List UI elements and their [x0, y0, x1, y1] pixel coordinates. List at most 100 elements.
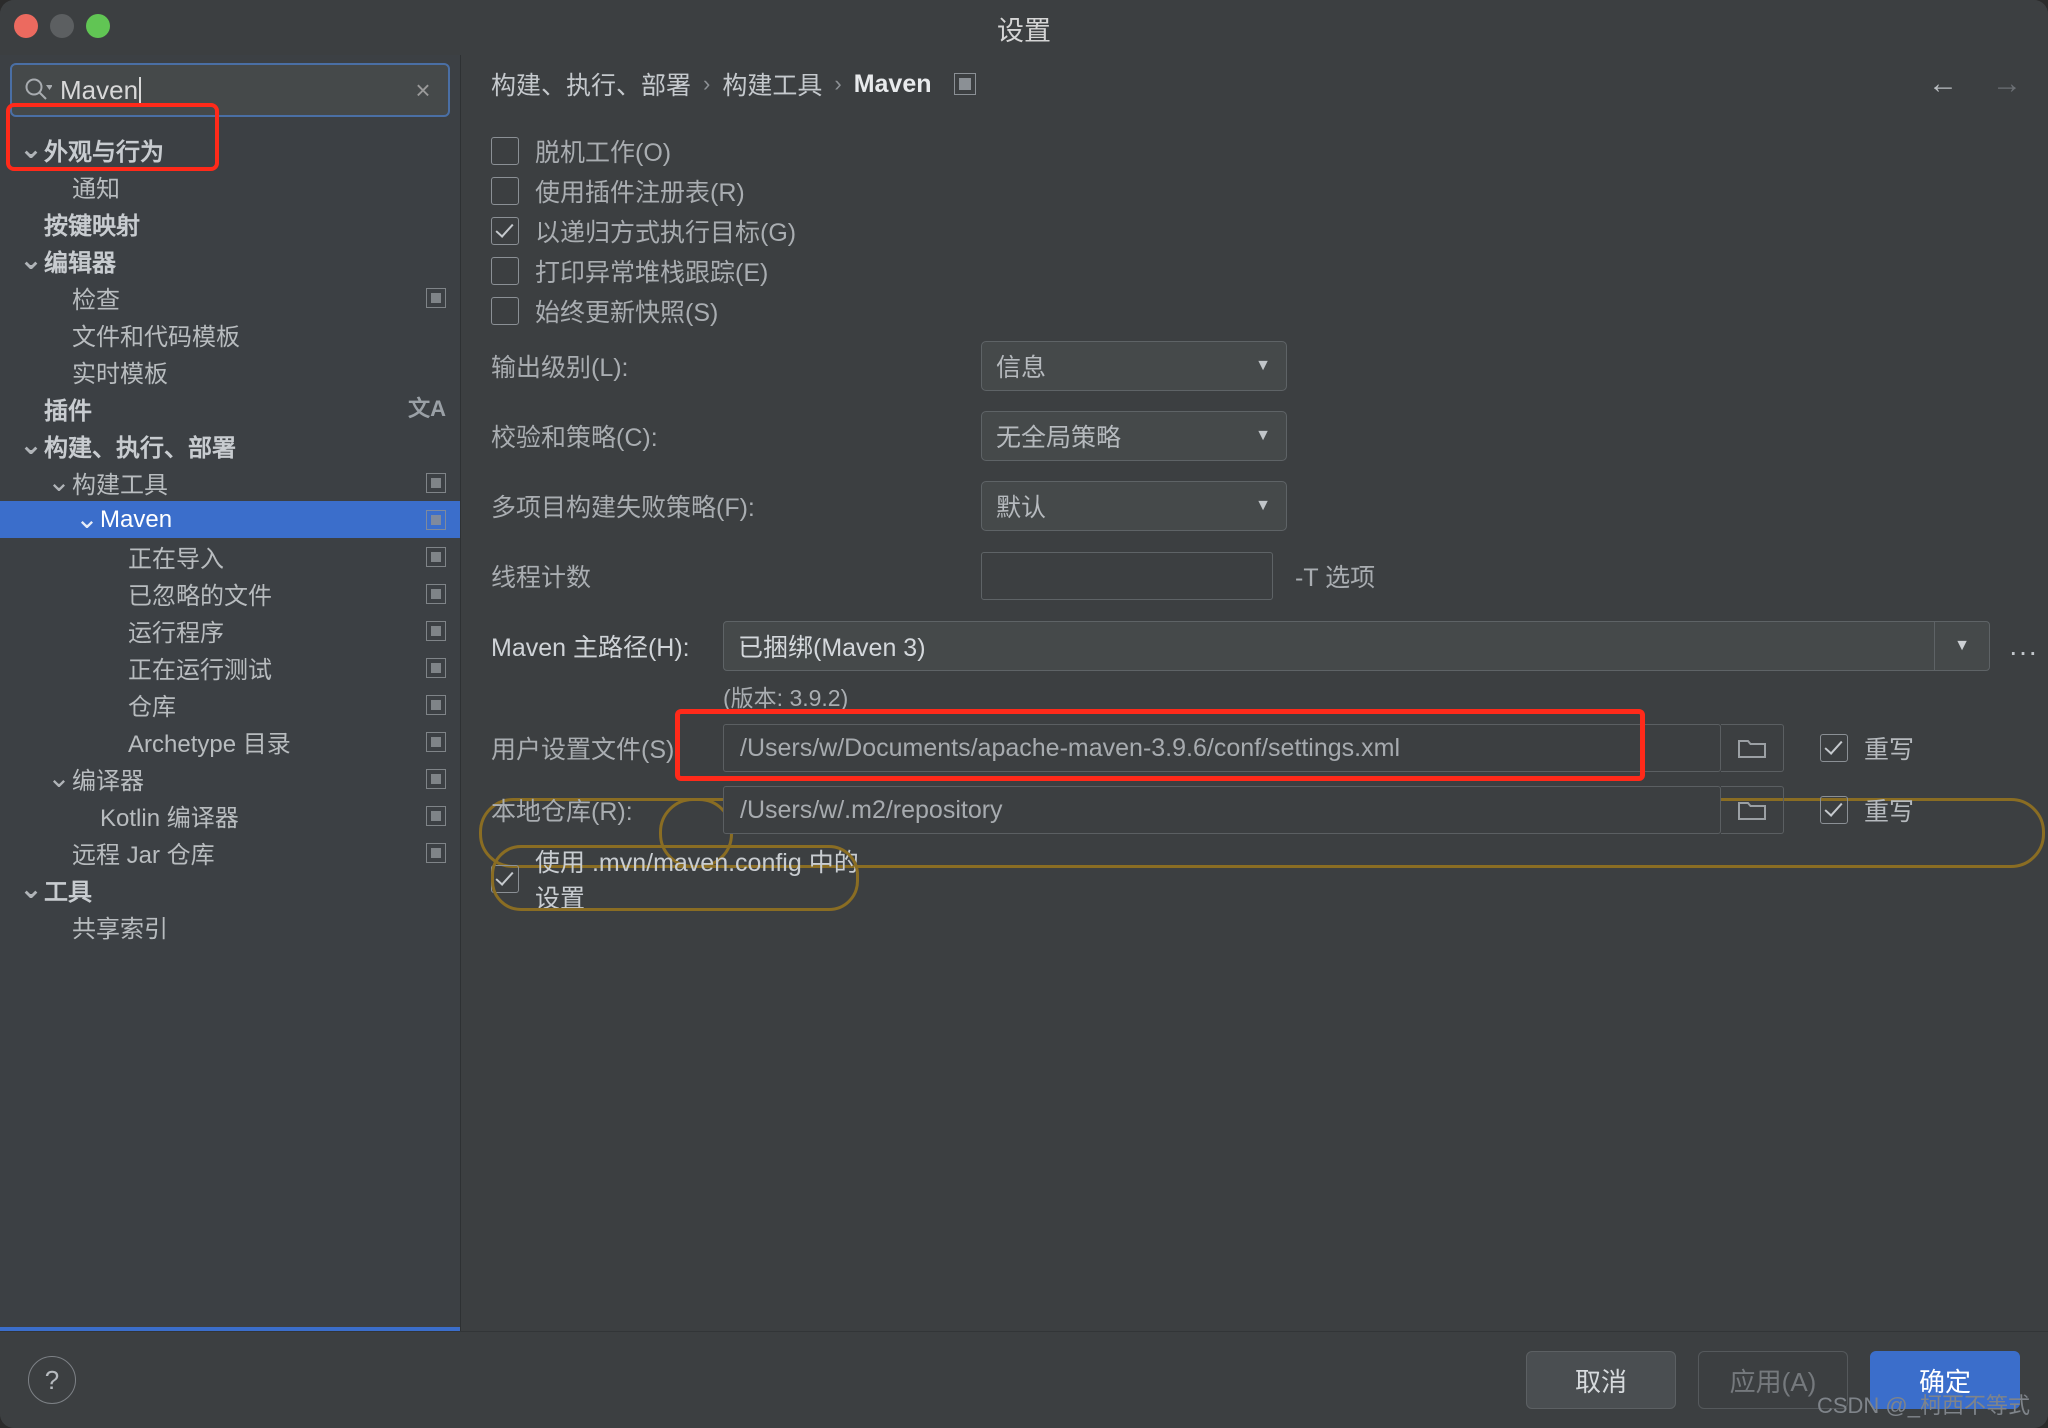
thread-count-suffix: -T 选项	[1295, 564, 1376, 592]
local-repo-input[interactable]: /Users/w/.m2/repository	[723, 786, 1721, 834]
chevron-down-icon[interactable]: ⌄	[46, 764, 72, 792]
maven-field-label: 线程计数	[491, 564, 592, 592]
sidebar-item-12[interactable]: ⌄已忽略的文件	[0, 575, 460, 612]
sidebar-item-2[interactable]: ⌄按键映射	[0, 205, 460, 242]
sidebar-item-19[interactable]: ⌄远程 Jar 仓库	[0, 834, 460, 871]
sidebar-item-13[interactable]: ⌄运行程序	[0, 612, 460, 649]
maven-settings-panel: 脱机工作(O) 使用插件注册表(R) 以递归方式执行目标(G) 打印异常堆栈跟踪(E)…	[461, 113, 2048, 1331]
maven-field-combo[interactable]: 默认 ▼	[981, 481, 1287, 531]
mvn-config-row[interactable]: 使用 .mvn/maven.config 中的设置	[491, 845, 871, 913]
sidebar-item-7[interactable]: ⌄插件文A	[0, 390, 460, 427]
project-scope-icon	[426, 620, 446, 641]
checkbox-icon[interactable]	[491, 297, 519, 325]
project-scope-icon	[426, 546, 446, 567]
window-title: 设置	[997, 16, 1051, 46]
maven-field-combo[interactable]: 无全局策略 ▼	[981, 411, 1287, 461]
checkbox-icon[interactable]	[491, 217, 519, 245]
back-arrow-icon[interactable]: ←	[1928, 67, 1958, 101]
sidebar-item-14[interactable]: ⌄正在运行测试	[0, 649, 460, 686]
sidebar-item-label: 构建、执行、部署	[44, 435, 236, 462]
sidebar-item-16[interactable]: ⌄Archetype 目录	[0, 723, 460, 760]
maven-option-2[interactable]: 以递归方式执行目标(G)	[491, 211, 2048, 251]
breadcrumb-separator: ›	[703, 71, 711, 96]
checkbox-icon[interactable]	[491, 137, 519, 165]
maven-field-value: 默认	[996, 494, 1047, 522]
help-button[interactable]: ?	[28, 1356, 76, 1404]
sidebar-item-label: 运行程序	[128, 620, 224, 647]
breadcrumb-item-0[interactable]: 构建、执行、部署	[491, 66, 691, 102]
chevron-down-icon[interactable]: ▼	[1240, 427, 1286, 445]
search-icon	[22, 75, 52, 105]
chevron-down-icon[interactable]: ⌄	[74, 505, 100, 533]
maven-field-value: 无全局策略	[996, 424, 1122, 452]
sidebar-item-1[interactable]: ⌄通知	[0, 168, 460, 205]
sidebar-item-5[interactable]: ⌄文件和代码模板	[0, 316, 460, 353]
clear-icon[interactable]: ×	[408, 75, 438, 106]
settings-tree[interactable]: ⌄外观与行为⌄通知⌄按键映射⌄编辑器⌄检查⌄文件和代码模板⌄实时模板⌄插件文A⌄…	[0, 127, 460, 1331]
breadcrumb-item-1[interactable]: 构建工具	[722, 66, 822, 102]
user-settings-label: 用户设置文件(S):	[491, 736, 682, 764]
chevron-down-icon[interactable]: ⌄	[46, 468, 72, 496]
checkbox-icon[interactable]	[491, 865, 519, 893]
watermark: CSDN @_柯西不等式	[1816, 1393, 2030, 1418]
sidebar-item-8[interactable]: ⌄ 构建、执行、部署	[0, 427, 460, 464]
window-body: Maven × ⌄外观与行为⌄通知⌄按键映射⌄编辑器⌄检查⌄文件和代码模板⌄实时…	[0, 55, 2048, 1331]
chevron-down-icon[interactable]: ⌄	[18, 135, 44, 163]
forward-arrow-icon[interactable]: →	[1992, 67, 2022, 101]
chevron-down-icon[interactable]: ▼	[1934, 622, 1989, 670]
checkbox-icon[interactable]	[1820, 796, 1848, 824]
project-scope-icon	[426, 805, 446, 826]
maven-home-browse-button[interactable]: ...	[2000, 630, 2048, 662]
sidebar-item-label: 按键映射	[44, 213, 140, 240]
sidebar-item-4[interactable]: ⌄检查	[0, 279, 460, 316]
checkbox-icon[interactable]	[1820, 734, 1848, 762]
maven-home-combo[interactable]: 已捆绑(Maven 3) ▼	[723, 621, 1990, 671]
sidebar: Maven × ⌄外观与行为⌄通知⌄按键映射⌄编辑器⌄检查⌄文件和代码模板⌄实时…	[0, 55, 461, 1331]
text-caret	[139, 76, 142, 105]
sidebar-item-label: Kotlin 编译器	[100, 805, 239, 832]
folder-icon[interactable]	[1721, 724, 1784, 772]
breadcrumb-item-2[interactable]: Maven	[854, 70, 932, 99]
sidebar-item-11[interactable]: ⌄正在导入	[0, 538, 460, 575]
maven-option-4[interactable]: 始终更新快照(S)	[491, 291, 2048, 331]
maven-field-label: 校验和策略(C):	[491, 424, 658, 452]
sidebar-item-21[interactable]: ⌄共享索引	[0, 908, 460, 945]
sidebar-item-17[interactable]: ⌄ 编译器	[0, 760, 460, 797]
checkbox-icon[interactable]	[491, 257, 519, 285]
maven-field-combo[interactable]: 信息 ▼	[981, 341, 1287, 391]
maven-option-0[interactable]: 脱机工作(O)	[491, 131, 2048, 171]
sidebar-item-6[interactable]: ⌄实时模板	[0, 353, 460, 390]
settings-window: 设置 Maven × ⌄外观与行为⌄通知 ⌄	[0, 0, 2048, 1428]
sidebar-item-20[interactable]: ⌄ 工具	[0, 871, 460, 908]
chevron-down-icon[interactable]: ⌄	[18, 431, 44, 459]
user-settings-row: 用户设置文件(S): /Users/w/Documents/apache-mav…	[461, 709, 2048, 781]
local-repo-override[interactable]: 重写	[1820, 792, 1914, 828]
folder-icon[interactable]	[1721, 786, 1784, 834]
sidebar-item-18[interactable]: ⌄Kotlin 编译器	[0, 797, 460, 834]
maven-field-value: 信息	[996, 354, 1047, 382]
user-settings-override[interactable]: 重写	[1820, 730, 1914, 766]
checkbox-icon[interactable]	[491, 177, 519, 205]
cancel-button[interactable]: 取消	[1526, 1351, 1676, 1409]
thread-count-input[interactable]	[981, 552, 1273, 600]
maven-version-note: (版本: 3.9.2)	[723, 685, 849, 711]
sidebar-item-label: 检查	[72, 287, 120, 314]
search-input[interactable]: Maven	[60, 75, 408, 106]
chevron-down-icon[interactable]: ▼	[1240, 497, 1286, 515]
search-box[interactable]: Maven ×	[10, 63, 450, 117]
chevron-down-icon[interactable]: ⌄	[18, 246, 44, 274]
sidebar-item-15[interactable]: ⌄仓库	[0, 686, 460, 723]
chevron-down-icon[interactable]: ⌄	[18, 875, 44, 903]
chevron-down-icon[interactable]: ▼	[1240, 357, 1286, 375]
sidebar-item-10[interactable]: ⌄ Maven	[0, 501, 460, 538]
user-settings-input[interactable]: /Users/w/Documents/apache-maven-3.9.6/co…	[723, 724, 1721, 772]
project-scope-icon	[426, 583, 446, 604]
sidebar-item-9[interactable]: ⌄ 构建工具	[0, 464, 460, 501]
project-scope-icon	[426, 287, 446, 308]
translation-icon: 文A	[408, 395, 446, 421]
maven-option-1[interactable]: 使用插件注册表(R)	[491, 171, 2048, 211]
maven-option-3[interactable]: 打印异常堆栈跟踪(E)	[491, 251, 2048, 291]
sidebar-item-0[interactable]: ⌄ 外观与行为	[0, 131, 460, 168]
sidebar-item-label: 正在导入	[128, 546, 224, 573]
sidebar-item-3[interactable]: ⌄ 编辑器	[0, 242, 460, 279]
